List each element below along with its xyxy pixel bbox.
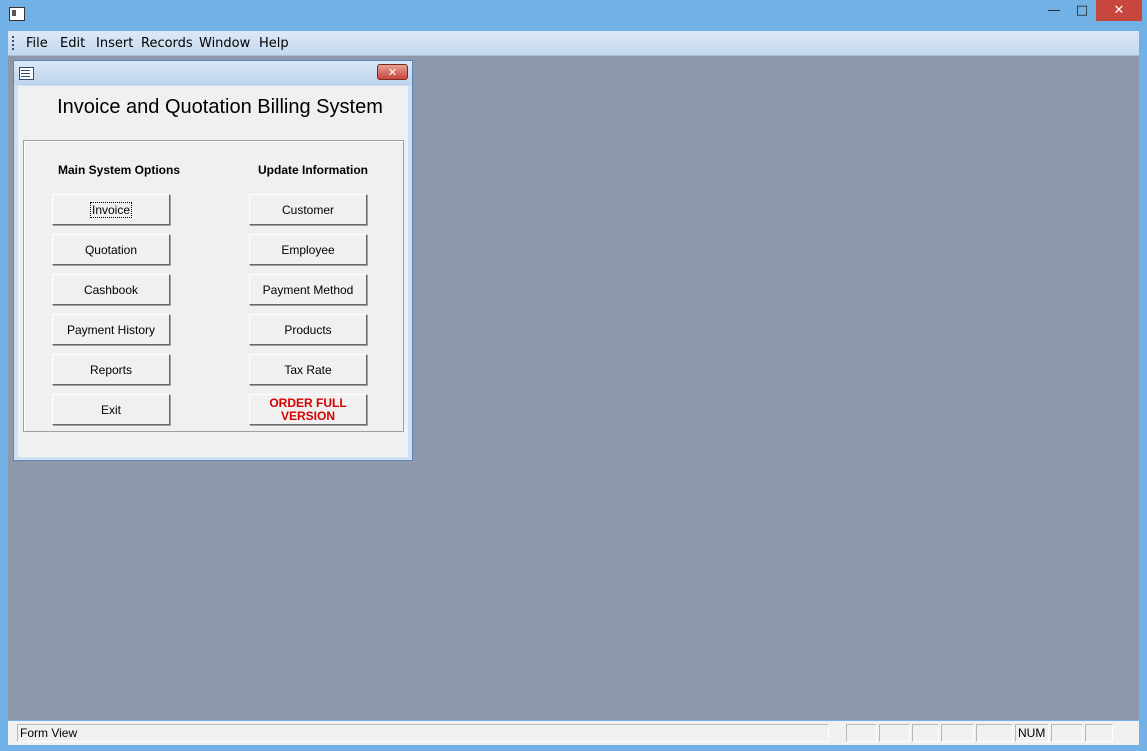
- employee-button-label: Employee: [281, 242, 335, 257]
- options-group: Main System Options Update Information I…: [23, 140, 404, 432]
- employee-button[interactable]: Employee: [249, 234, 367, 265]
- menu-grip-icon[interactable]: [12, 36, 14, 50]
- invoice-button-label: Invoice: [89, 201, 133, 218]
- maximize-button[interactable]: □: [1068, 0, 1096, 21]
- status-bar: Form View NUM: [8, 721, 1139, 745]
- customer-button[interactable]: Customer: [249, 194, 367, 225]
- menu-records[interactable]: Records: [141, 36, 193, 51]
- order-full-version-button[interactable]: ORDER FULL VERSION: [249, 394, 367, 425]
- form-icon[interactable]: [19, 67, 34, 80]
- app-icon[interactable]: [9, 7, 25, 21]
- products-button[interactable]: Products: [249, 314, 367, 345]
- status-view-label: Form View: [17, 724, 829, 742]
- status-panel-5: [976, 724, 1013, 742]
- cashbook-button[interactable]: Cashbook: [52, 274, 170, 305]
- status-panel-7: [1085, 724, 1113, 742]
- tax-rate-button[interactable]: Tax Rate: [249, 354, 367, 385]
- app-titlebar[interactable]: — □ ✕: [0, 0, 1147, 30]
- app-window: — □ ✕ File Edit Insert Records Window He…: [0, 0, 1147, 751]
- close-button[interactable]: ✕: [1096, 0, 1142, 21]
- payment-history-button-label: Payment History: [66, 322, 156, 337]
- status-num-indicator: NUM: [1015, 724, 1049, 742]
- status-panel-3: [912, 724, 939, 742]
- menu-help[interactable]: Help: [259, 36, 289, 51]
- exit-button-label: Exit: [100, 402, 121, 417]
- customer-button-label: Customer: [281, 202, 334, 217]
- main-options-heading: Main System Options: [57, 163, 181, 177]
- menu-bar: File Edit Insert Records Window Help: [8, 31, 1139, 56]
- minimize-button[interactable]: —: [1040, 0, 1068, 21]
- status-panel-6: [1051, 724, 1083, 742]
- form-title: Invoice and Quotation Billing System: [57, 96, 383, 118]
- menu-window[interactable]: Window: [199, 36, 250, 51]
- exit-button[interactable]: Exit: [52, 394, 170, 425]
- switchboard-body: Invoice and Quotation Billing System Mai…: [18, 86, 408, 457]
- status-panel-1: [846, 724, 877, 742]
- payment-method-button[interactable]: Payment Method: [249, 274, 367, 305]
- update-info-heading: Update Information: [258, 163, 368, 177]
- payment-history-button[interactable]: Payment History: [52, 314, 170, 345]
- switchboard-close-button[interactable]: ✕: [377, 64, 408, 80]
- switchboard-titlebar[interactable]: ✕: [14, 61, 412, 85]
- reports-button[interactable]: Reports: [52, 354, 170, 385]
- reports-button-label: Reports: [89, 362, 133, 377]
- menu-file[interactable]: File: [26, 36, 48, 51]
- payment-method-button-label: Payment Method: [262, 282, 354, 297]
- menu-insert[interactable]: Insert: [96, 36, 133, 51]
- invoice-button[interactable]: Invoice: [52, 194, 170, 225]
- tax-rate-button-label: Tax Rate: [284, 362, 332, 377]
- status-panel-4: [941, 724, 974, 742]
- status-panel-2: [879, 724, 910, 742]
- quotation-button[interactable]: Quotation: [52, 234, 170, 265]
- products-button-label: Products: [284, 322, 332, 337]
- cashbook-button-label: Cashbook: [83, 282, 139, 297]
- switchboard-window: ✕ Invoice and Quotation Billing System M…: [13, 60, 413, 461]
- order-full-version-label: ORDER FULL VERSION: [269, 395, 347, 423]
- quotation-button-label: Quotation: [84, 242, 138, 257]
- menu-edit[interactable]: Edit: [60, 36, 85, 51]
